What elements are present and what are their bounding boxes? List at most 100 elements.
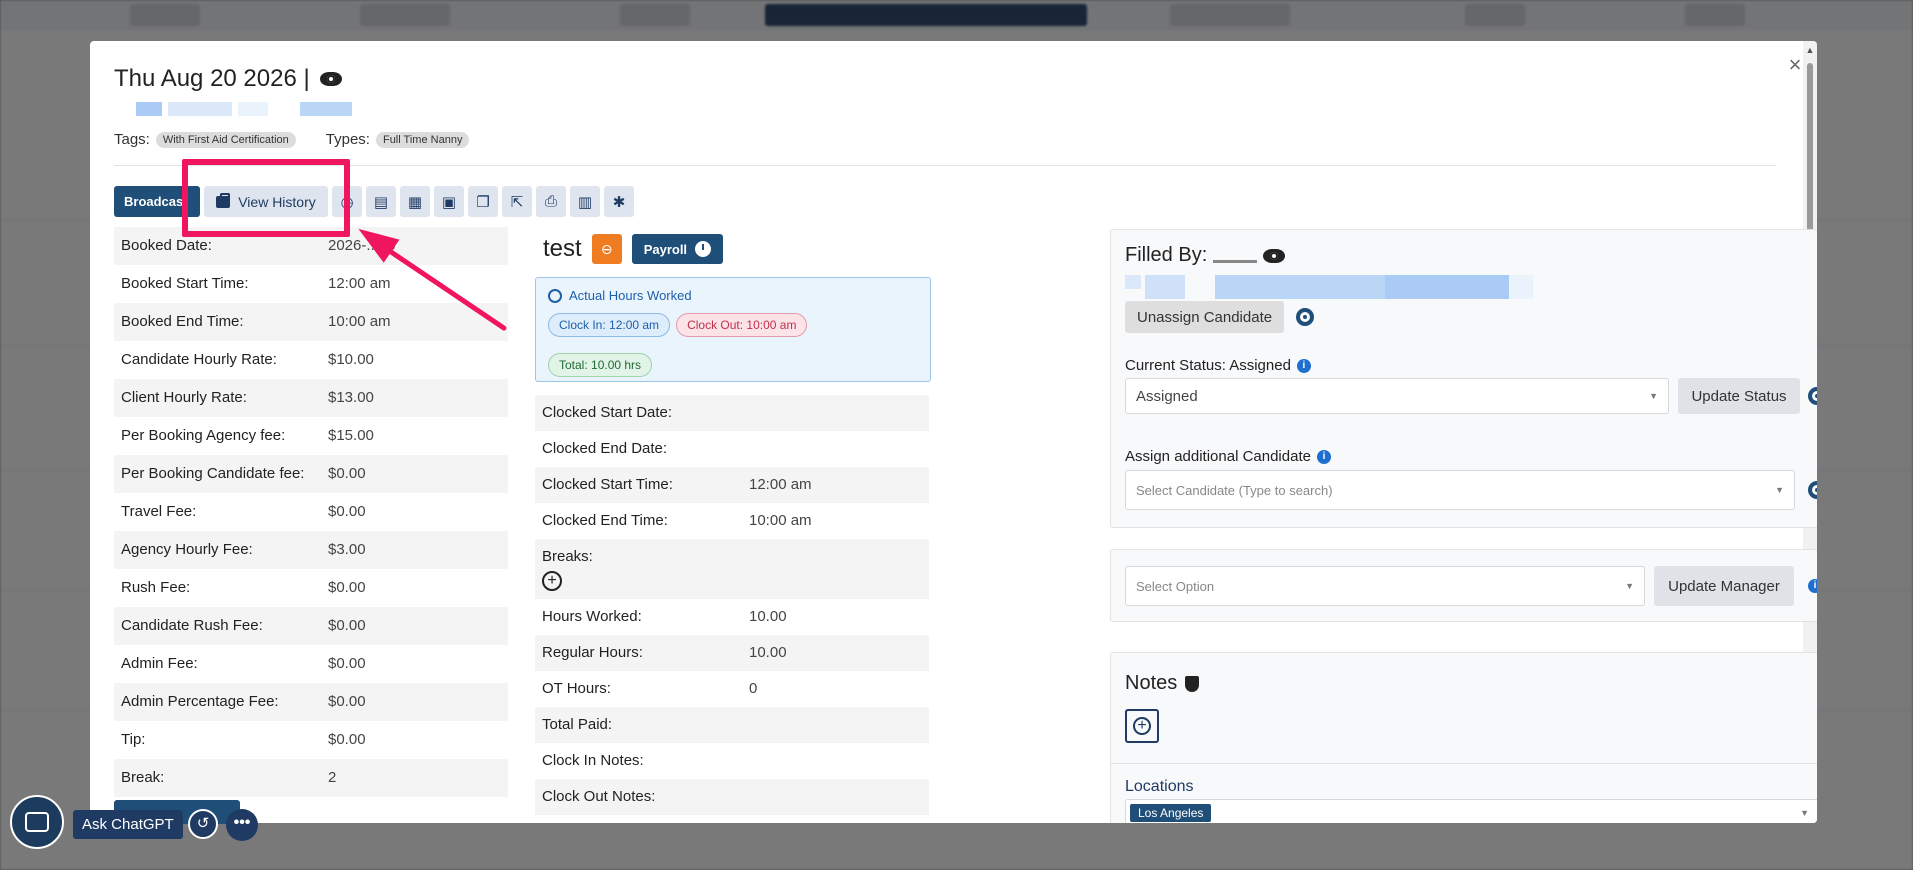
table-row: Break: 2	[114, 759, 508, 797]
row-value: 10:00 am	[328, 313, 391, 330]
redacted-block	[1509, 275, 1533, 299]
shield-lock-icon	[1185, 675, 1200, 692]
actual-hours-box: Actual Hours Worked Clock In: 12:00 am C…	[535, 277, 931, 382]
manager-option-select[interactable]: Select Option ▼	[1125, 566, 1645, 606]
locations-title: Locations	[1125, 778, 1194, 795]
redacted-block	[238, 102, 268, 116]
current-status-text: Current Status: Assigned	[1125, 357, 1291, 374]
location-chip[interactable]: Los Angeles	[1130, 804, 1212, 822]
history-icon[interactable]: ↺	[188, 809, 218, 839]
highlight-annotation	[182, 159, 350, 237]
gear-icon[interactable]	[1808, 481, 1817, 499]
calendar-icon[interactable]: ▣	[434, 186, 464, 217]
update-status-button[interactable]: Update Status	[1678, 378, 1800, 414]
table-row: Regular Hours: 10.00	[535, 635, 929, 671]
row-value: 12:00 am	[749, 476, 812, 493]
chat-icon[interactable]: ▤	[366, 186, 396, 217]
row-value: 10.00	[749, 608, 787, 625]
row-label: Agency Hourly Fee:	[121, 541, 253, 558]
gear-icon[interactable]	[1296, 308, 1314, 326]
actual-hours-title: Actual Hours Worked	[548, 288, 918, 303]
ask-chatgpt-button[interactable]: Ask ChatGPT	[73, 810, 183, 839]
eye-icon[interactable]	[1263, 248, 1286, 263]
row-value: 10:00 am	[749, 512, 812, 529]
table-row: Breaks: +	[535, 539, 929, 599]
info-icon[interactable]: i	[1316, 449, 1331, 464]
row-label: Booked End Time:	[121, 313, 244, 330]
row-value: $0.00	[328, 693, 366, 710]
table-row: Clock Out Notes:	[535, 779, 929, 815]
row-value: $13.00	[328, 389, 374, 406]
row-label: Admin Percentage Fee:	[121, 693, 279, 710]
row-label: Booked Date:	[121, 237, 212, 254]
table-row: Clock In Notes:	[535, 743, 929, 779]
row-label: OT Hours:	[542, 680, 611, 697]
row-value	[749, 751, 922, 771]
row-label: Clocked Start Date:	[542, 404, 673, 421]
info-icon[interactable]: i	[1296, 358, 1311, 373]
manager-card: Select Option ▼ Update Manager i	[1110, 549, 1817, 622]
total-pill: Total: 10.00 hrs	[548, 353, 653, 377]
row-value: $0.00	[328, 503, 366, 520]
clock-in-pill: Clock In: 12:00 am	[548, 313, 671, 337]
table-row: Client Hourly Rate: $13.00	[114, 379, 508, 417]
filled-by-label: Filled By:	[1125, 244, 1208, 266]
row-label: Travel Fee:	[121, 503, 197, 520]
row-label: Clocked End Time:	[542, 512, 668, 529]
more-options-button[interactable]: •••	[226, 809, 258, 841]
print-icon[interactable]: ⎙	[536, 186, 566, 217]
tags-row: Tags: With First Aid Certification Types…	[114, 131, 470, 148]
current-status-label: Current Status: Assigned i	[1125, 357, 1311, 374]
payroll-button[interactable]: Payroll	[631, 234, 724, 264]
add-note-button[interactable]: +	[1125, 709, 1159, 743]
user-minus-icon[interactable]: ⊖	[591, 234, 622, 264]
row-label: Clock In Notes:	[542, 752, 644, 769]
row-value	[749, 439, 922, 459]
clock-icon	[695, 241, 712, 257]
actual-hours-label: Actual Hours Worked	[569, 288, 692, 303]
actual-hours-section: test ⊖ Payroll Actual Hours Worked Clock…	[535, 233, 931, 815]
external-link-icon[interactable]: ⇱	[502, 186, 532, 217]
payroll-label: Payroll	[643, 241, 688, 257]
row-label: Booked Start Time:	[121, 275, 249, 292]
table-row: Candidate Rush Fee: $0.00	[114, 607, 508, 645]
table-row: Clocked Start Date:	[535, 395, 929, 431]
update-manager-button[interactable]: Update Manager	[1654, 566, 1794, 606]
copy-icon[interactable]: ❐	[468, 186, 498, 217]
redacted-block	[168, 102, 232, 116]
tags-label: Tags:	[114, 131, 150, 148]
table-row: Admin Percentage Fee: $0.00	[114, 683, 508, 721]
table-row: Hours Worked: 10.00	[535, 599, 929, 635]
modal-title: Thu Aug 20 2026 |	[114, 65, 342, 93]
status-select[interactable]: Assigned ▼	[1125, 378, 1669, 414]
scroll-up-icon[interactable]: ▲	[1805, 45, 1815, 55]
row-value: 10.00	[749, 644, 787, 661]
chat-launcher-button[interactable]	[10, 795, 64, 849]
assign-candidate-text: Assign additional Candidate	[1125, 448, 1311, 465]
row-label: Tip:	[121, 731, 146, 748]
redacted-block	[300, 102, 352, 116]
row-value: $3.00	[328, 541, 366, 558]
gear-icon[interactable]	[1808, 387, 1817, 405]
clocked-details-table: Clocked Start Date: Clocked End Date: Cl…	[535, 395, 929, 815]
row-value: $0.00	[328, 731, 366, 748]
locations-select[interactable]: Los Angeles ▼	[1125, 799, 1817, 823]
unassign-candidate-button[interactable]: Unassign Candidate	[1125, 301, 1285, 333]
gear-icon[interactable]: ✱	[604, 186, 634, 217]
row-label: Per Booking Agency fee:	[121, 427, 286, 444]
close-icon[interactable]: ×	[1785, 54, 1805, 76]
calendar-31-icon[interactable]: ▥	[570, 186, 600, 217]
add-break-icon[interactable]: +	[542, 571, 562, 591]
redacted-block	[136, 102, 162, 116]
chevron-down-icon: ▼	[1625, 581, 1634, 591]
candidate-search-select[interactable]: Select Candidate (Type to search) ▼	[1125, 470, 1795, 510]
option-select-placeholder: Select Option	[1136, 578, 1215, 594]
eye-icon[interactable]	[319, 72, 342, 86]
table-row: Clocked End Date:	[535, 431, 929, 467]
calendar-clock-icon[interactable]: ▦	[400, 186, 430, 217]
redacted-block	[1145, 275, 1185, 299]
row-value: $0.00	[328, 465, 366, 482]
clock-outline-icon	[548, 288, 562, 303]
info-icon[interactable]: i	[1808, 579, 1817, 593]
modal-title-text: Thu Aug 20 2026 |	[114, 65, 310, 92]
